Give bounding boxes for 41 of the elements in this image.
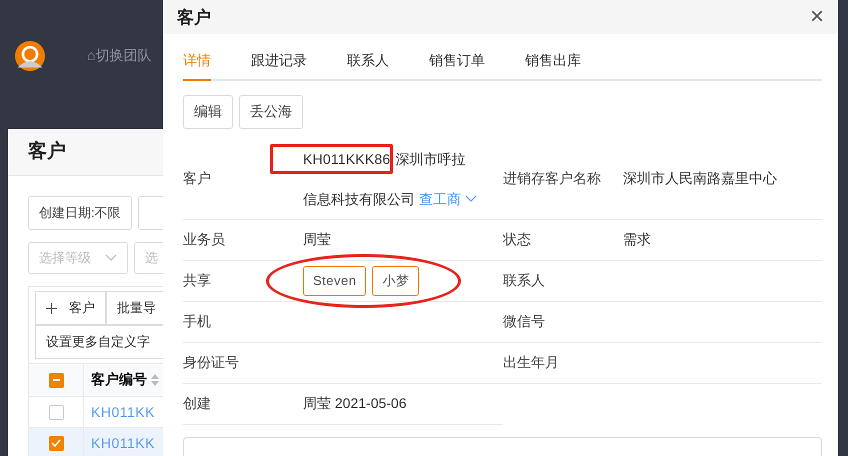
logo-icon	[13, 40, 47, 70]
page-title: 客户	[8, 129, 163, 176]
field-label: 微信号	[503, 313, 546, 331]
field-value: 周莹 2021-05-06	[303, 395, 407, 411]
team-switch-link[interactable]: ⌂切换团队	[87, 46, 152, 64]
action-button[interactable]: 编辑	[183, 95, 233, 129]
field-label: 联系人	[503, 272, 546, 290]
tab[interactable]: 销售订单	[429, 46, 485, 81]
field-label: 手机	[183, 313, 212, 331]
select-all-checkbox[interactable]	[48, 372, 64, 388]
company-name: 信息科技有限公司	[303, 190, 415, 208]
field-value: 周莹	[303, 231, 331, 247]
batch-import-button[interactable]: 批量导	[106, 291, 163, 325]
field-label: 创建	[183, 395, 212, 413]
chevron-down-icon[interactable]	[105, 254, 117, 262]
user-tag: 小梦	[372, 266, 420, 296]
close-button[interactable]: ×	[810, 5, 824, 29]
tab[interactable]: 跟进记录	[251, 46, 307, 81]
tab[interactable]: 销售出库	[525, 46, 581, 81]
chevron-down-icon[interactable]	[465, 195, 477, 203]
field-label: 共享	[183, 272, 212, 290]
action-button[interactable]: 丢公海	[239, 95, 303, 129]
user-tag: Steven	[303, 266, 366, 296]
custom-fields-button[interactable]: 设置更多自定义字	[35, 325, 163, 359]
customer-code: KH011KKK86	[303, 150, 390, 168]
filter-button[interactable]: 创建日期:不限	[28, 196, 132, 230]
field-label: 身份证号	[183, 354, 240, 372]
sort-icon[interactable]	[151, 374, 159, 386]
field-value: 深圳市人民南路嘉里中心	[623, 170, 777, 186]
field-label: 状态	[503, 231, 532, 249]
tab[interactable]: 联系人	[347, 46, 389, 81]
field-label: 客户	[183, 170, 212, 188]
plus-icon	[46, 302, 57, 314]
field-value: 需求	[623, 231, 651, 247]
drawer-title: 客户	[177, 6, 211, 28]
field-label: 出生年月	[503, 354, 560, 372]
field-label: 业务员	[183, 231, 226, 249]
company-name: 深圳市呼拉	[395, 150, 466, 168]
add-customer-button[interactable]: 客户	[35, 291, 106, 325]
field-label: 进销存客户名称	[503, 170, 602, 188]
row-checkbox[interactable]	[48, 404, 64, 420]
